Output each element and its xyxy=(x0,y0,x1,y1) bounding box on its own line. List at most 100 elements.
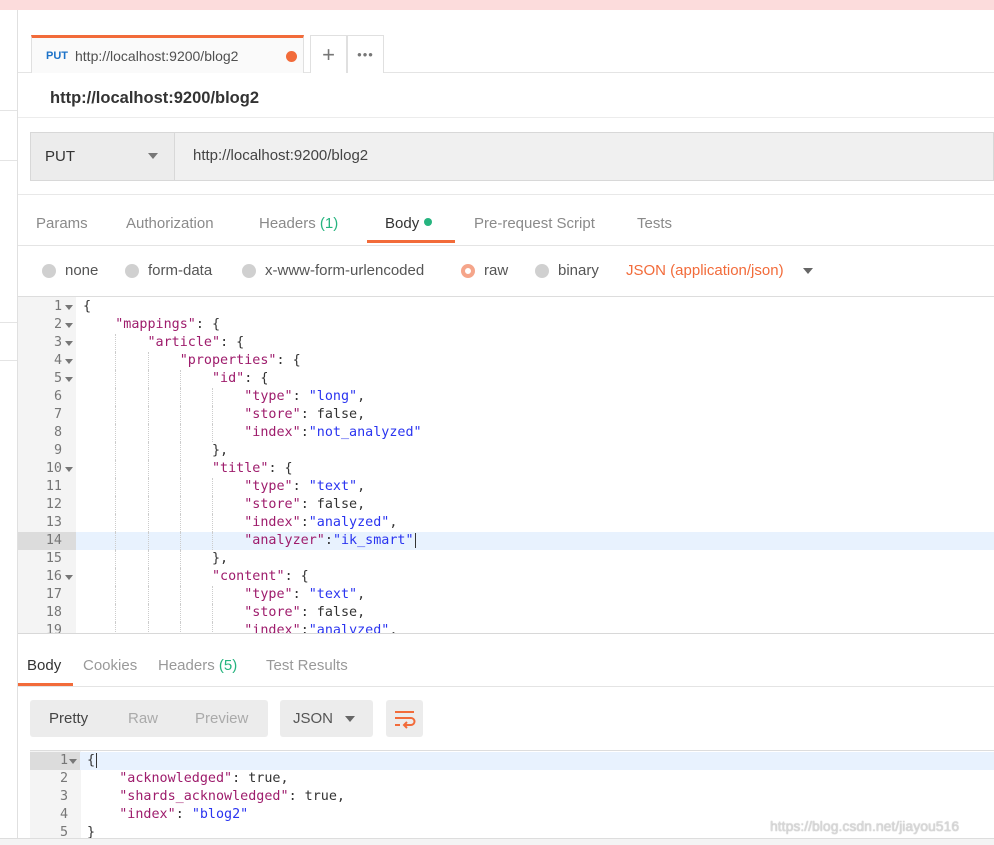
indent-guide xyxy=(147,478,149,496)
fold-caret-icon[interactable] xyxy=(69,759,77,764)
request-tab[interactable]: PUT http://localhost:9200/blog2 xyxy=(31,35,304,73)
line-number: 2 xyxy=(59,771,68,786)
tab-pre-request-script[interactable]: Pre-request Script xyxy=(474,215,595,232)
fold-caret-icon[interactable] xyxy=(65,305,73,310)
indent-guide xyxy=(115,604,117,622)
indent-guide xyxy=(115,424,117,442)
headers-count: (5) xyxy=(218,657,238,674)
indent-guide xyxy=(179,586,181,604)
radio-x-www-form-urlencoded[interactable]: x-www-form-urlencoded xyxy=(242,262,424,279)
active-tab-underline xyxy=(367,240,455,243)
radio-label: raw xyxy=(484,262,509,279)
line-number: 14 xyxy=(18,532,76,550)
tab-authorization[interactable]: Authorization xyxy=(126,215,214,232)
fold-caret-icon[interactable] xyxy=(65,359,73,364)
tab-url: http://localhost:9200/blog2 xyxy=(75,47,239,64)
unsaved-dot-icon xyxy=(286,51,297,62)
indent-guide xyxy=(147,586,149,604)
code-line: 16 "content": { xyxy=(18,568,994,586)
tab-body[interactable]: Body xyxy=(385,215,433,232)
code-line: 10 "title": { xyxy=(18,460,994,478)
request-title: http://localhost:9200/blog2 xyxy=(50,89,260,107)
format-select[interactable]: JSON xyxy=(280,700,373,737)
radio-binary[interactable]: binary xyxy=(535,262,599,279)
line-number: 6 xyxy=(53,389,62,404)
method-select[interactable]: PUT xyxy=(31,133,175,180)
indent-guide xyxy=(179,460,181,478)
code-text: }, xyxy=(83,551,229,566)
indent-guide xyxy=(147,406,149,424)
indent-guide xyxy=(179,604,181,622)
radio-label: form-data xyxy=(148,262,213,279)
code-line: 1{ xyxy=(18,298,994,316)
fold-caret-icon[interactable] xyxy=(65,575,73,580)
indent-guide xyxy=(179,370,181,388)
indent-guide xyxy=(147,496,149,514)
text-cursor xyxy=(96,753,98,768)
divider xyxy=(18,245,994,246)
view-mode-group: Pretty Raw Preview xyxy=(30,700,268,737)
line-number: 5 xyxy=(59,825,68,838)
fold-caret-icon[interactable] xyxy=(65,323,73,328)
pretty-button[interactable]: Pretty xyxy=(49,710,88,727)
response-tab-body[interactable]: Body xyxy=(27,657,61,674)
response-tab-headers[interactable]: Headers (5) xyxy=(158,657,237,674)
line-number: 9 xyxy=(53,443,62,458)
url-input[interactable]: http://localhost:9200/blog2 xyxy=(193,147,368,164)
radio-raw[interactable]: raw xyxy=(461,262,508,279)
indent-guide xyxy=(147,550,149,568)
line-number: 15 xyxy=(45,551,62,566)
body-indicator-dot-icon xyxy=(424,218,433,226)
watermark: https://blog.csdn.net/jiayou516 xyxy=(770,818,960,834)
tab-params[interactable]: Params xyxy=(36,215,88,232)
indent-guide xyxy=(212,514,214,532)
indent-guide xyxy=(179,406,181,424)
indent-guide xyxy=(212,586,214,604)
code-text: } xyxy=(87,825,96,838)
chevron-down-icon[interactable] xyxy=(803,268,813,274)
code-text: "index":"not_analyzed" xyxy=(244,425,422,440)
fold-caret-icon[interactable] xyxy=(65,341,73,346)
code-line: 17 "type": "text", xyxy=(18,586,994,604)
indent-guide xyxy=(115,406,117,424)
fold-caret-icon[interactable] xyxy=(65,377,73,382)
method-value: PUT xyxy=(45,148,75,165)
indent-guide xyxy=(115,334,117,352)
indent-guide xyxy=(147,460,149,478)
code-line: 18 "store": false, xyxy=(18,604,994,622)
code-line: 6 "type": "long", xyxy=(18,388,994,406)
tab-headers[interactable]: Headers (1) xyxy=(259,215,338,232)
indent-guide xyxy=(115,496,117,514)
content-type-select[interactable]: JSON (application/json) xyxy=(626,262,784,279)
chevron-down-icon xyxy=(345,716,355,722)
top-banner xyxy=(0,0,994,10)
tab-tests[interactable]: Tests xyxy=(637,215,672,232)
chevron-down-icon xyxy=(148,153,158,159)
indent-guide xyxy=(115,370,117,388)
indent-guide xyxy=(212,532,214,550)
raw-button[interactable]: Raw xyxy=(128,710,158,727)
line-number: 3 xyxy=(59,789,68,804)
code-text: "id": { xyxy=(212,371,269,386)
indent-guide xyxy=(179,496,181,514)
preview-button[interactable]: Preview xyxy=(195,710,248,727)
indent-guide xyxy=(115,568,117,586)
code-line: 13 "index":"analyzed", xyxy=(18,514,994,532)
code-text: "shards_acknowledged": true, xyxy=(119,789,345,804)
response-tab-test-results[interactable]: Test Results xyxy=(266,657,348,674)
tab-label: Body xyxy=(385,215,420,232)
request-body-editor[interactable]: 1{2 "mappings": {3 "article": {4 "proper… xyxy=(18,296,994,634)
code-text: "acknowledged": true, xyxy=(119,771,289,786)
line-number: 18 xyxy=(45,605,62,620)
more-tabs-button[interactable]: ••• xyxy=(347,35,384,73)
fold-caret-icon[interactable] xyxy=(65,467,73,472)
wrap-lines-button[interactable] xyxy=(386,700,423,737)
divider xyxy=(18,633,994,634)
code-text: "type": "text", xyxy=(244,479,366,494)
indent-guide xyxy=(147,352,149,370)
indent-guide xyxy=(147,514,149,532)
radio-form-data[interactable]: form-data xyxy=(125,262,212,279)
response-tab-cookies[interactable]: Cookies xyxy=(83,657,137,674)
radio-none[interactable]: none xyxy=(42,262,98,279)
new-tab-button[interactable]: + xyxy=(310,35,347,73)
